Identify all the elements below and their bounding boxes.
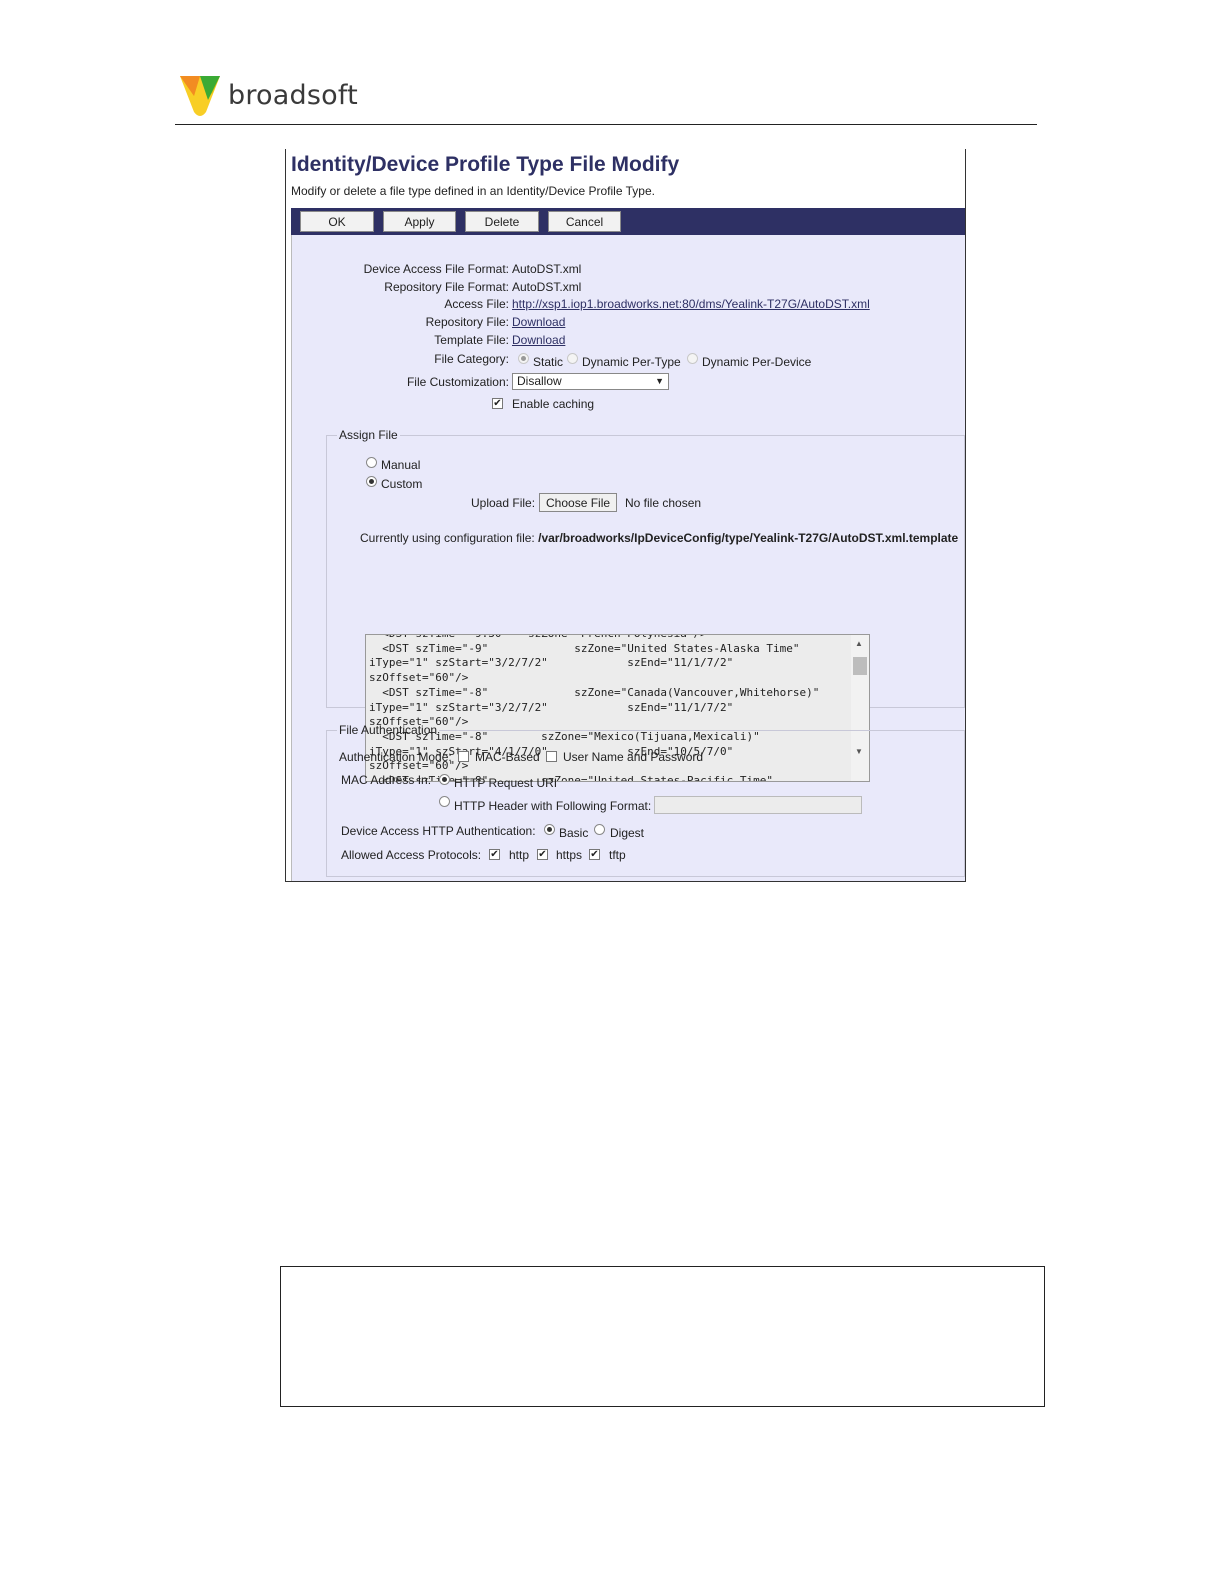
delete-button[interactable]: Delete bbox=[465, 211, 539, 232]
assign-custom-label: Custom bbox=[381, 477, 423, 491]
scroll-up-icon[interactable]: ▲ bbox=[855, 639, 863, 648]
note-box bbox=[280, 1266, 1045, 1407]
page-title: Identity/Device Profile Type File Modify bbox=[291, 153, 680, 176]
apply-button[interactable]: Apply bbox=[383, 211, 456, 232]
broadsoft-logo: broadsoft bbox=[178, 72, 358, 118]
chevron-down-icon: ▼ bbox=[655, 376, 664, 386]
current-config-path: /var/broadworks/IpDeviceConfig/type/Yeal… bbox=[538, 531, 959, 545]
profile-file-modify-screen: Identity/Device Profile Type File Modify… bbox=[285, 149, 966, 882]
auth-basic-label: Basic bbox=[559, 826, 589, 840]
protocol-https-label: https bbox=[556, 848, 583, 862]
brand-name: broadsoft bbox=[228, 79, 358, 111]
template-file-download-link[interactable]: Download bbox=[512, 333, 565, 347]
protocol-tftp-checkbox[interactable]: ✔ bbox=[589, 849, 600, 860]
http-request-uri-label: HTTP Request URI bbox=[454, 776, 558, 790]
file-category-label: File Category: bbox=[434, 352, 509, 366]
assign-custom-radio[interactable] bbox=[366, 476, 377, 487]
access-file-link[interactable]: http://xsp1.iop1.broadworks.net:80/dms/Y… bbox=[512, 297, 870, 311]
mac-based-checkbox[interactable] bbox=[458, 751, 469, 762]
toolbar: OK Apply Delete Cancel bbox=[291, 208, 965, 235]
protocol-http-label: http bbox=[509, 848, 530, 862]
http-request-uri-radio[interactable] bbox=[439, 774, 450, 785]
device-access-file-format-value: AutoDST.xml bbox=[512, 262, 582, 276]
file-category-per-device-label: Dynamic Per-Device bbox=[702, 355, 812, 369]
access-file-label: Access File: bbox=[444, 297, 509, 311]
file-customization-label: File Customization: bbox=[406, 375, 509, 389]
repository-file-format-label: Repository File Format: bbox=[384, 280, 509, 294]
scrollbar-thumb[interactable] bbox=[853, 657, 867, 675]
device-access-auth-label: Device Access HTTP Authentication: bbox=[341, 824, 536, 838]
http-header-label: HTTP Header with Following Format: bbox=[454, 799, 652, 813]
cancel-button[interactable]: Cancel bbox=[548, 211, 621, 232]
mac-based-label: MAC-Based bbox=[475, 750, 540, 764]
no-file-chosen-text: No file chosen bbox=[625, 496, 702, 510]
file-category-static-label: Static bbox=[533, 355, 564, 369]
template-file-label: Template File: bbox=[434, 333, 509, 347]
http-header-format-input[interactable] bbox=[654, 796, 862, 814]
form-panel: Device Access File Format: AutoDST.xml R… bbox=[291, 235, 965, 881]
upload-file-label: Upload File: bbox=[471, 496, 536, 510]
current-config-label: Currently using configuration file: bbox=[360, 531, 535, 545]
repository-file-format-value: AutoDST.xml bbox=[512, 280, 582, 294]
enable-caching-label: Enable caching bbox=[512, 397, 595, 411]
protocol-tftp-label: tftp bbox=[609, 848, 626, 862]
ok-button[interactable]: OK bbox=[300, 211, 374, 232]
header-rule bbox=[175, 124, 1037, 125]
protocol-https-checkbox[interactable]: ✔ bbox=[537, 849, 548, 860]
auth-basic-radio[interactable] bbox=[544, 824, 555, 835]
file-category-static-radio[interactable] bbox=[518, 353, 529, 364]
file-category-per-type-label: Dynamic Per-Type bbox=[582, 355, 681, 369]
repository-file-label: Repository File: bbox=[425, 315, 509, 329]
protocol-http-checkbox[interactable]: ✔ bbox=[489, 849, 500, 860]
assign-manual-radio[interactable] bbox=[366, 457, 377, 468]
file-category-per-device-radio[interactable] bbox=[687, 353, 698, 364]
assign-file-legend: Assign File bbox=[339, 428, 398, 442]
file-authentication-legend: File Authentication bbox=[339, 723, 438, 737]
repository-file-download-link[interactable]: Download bbox=[512, 315, 565, 329]
allowed-protocols-label: Allowed Access Protocols: bbox=[341, 848, 482, 862]
auth-digest-label: Digest bbox=[610, 826, 645, 840]
file-category-per-type-radio[interactable] bbox=[567, 353, 578, 364]
page-description: Modify or delete a file type defined in … bbox=[291, 184, 655, 198]
assign-manual-label: Manual bbox=[381, 458, 421, 472]
broadsoft-logo-icon bbox=[180, 76, 220, 116]
file-customization-select[interactable]: Disallow ▼ bbox=[512, 373, 669, 390]
current-config-file: Currently using configuration file: /var… bbox=[360, 531, 958, 545]
user-password-label: User Name and Password bbox=[563, 750, 704, 764]
enable-caching-checkbox[interactable]: ✔ bbox=[492, 398, 503, 409]
user-password-checkbox[interactable] bbox=[546, 751, 557, 762]
choose-file-button[interactable]: Choose File bbox=[539, 493, 618, 512]
file-customization-value: Disallow bbox=[517, 374, 562, 388]
auth-mode-label: Authentication Mode: bbox=[339, 750, 452, 764]
auth-digest-radio[interactable] bbox=[594, 824, 605, 835]
device-access-file-format-label: Device Access File Format: bbox=[363, 262, 509, 276]
http-header-radio[interactable] bbox=[439, 796, 450, 807]
mac-address-in-label: MAC Address In: bbox=[341, 773, 432, 787]
